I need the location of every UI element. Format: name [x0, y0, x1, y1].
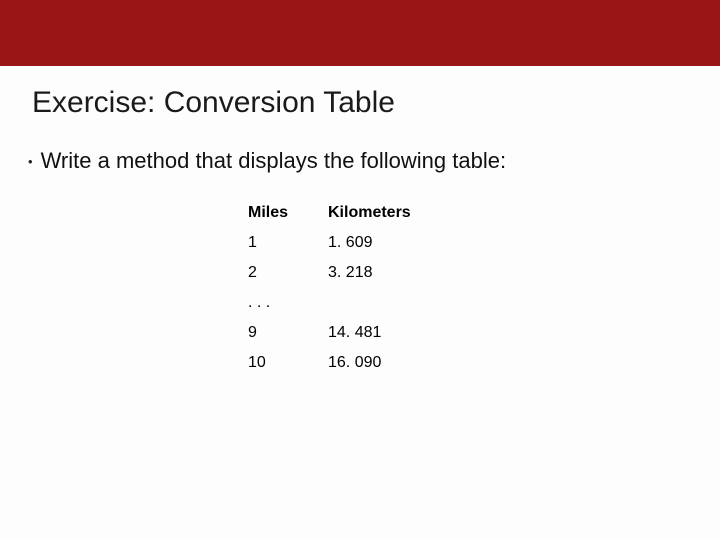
header-bar [0, 0, 720, 66]
bullet-text: Write a method that displays the followi… [41, 148, 507, 174]
cell-km: 3. 218 [328, 264, 468, 282]
table-row: 9 14. 481 [248, 318, 720, 348]
cell-km [328, 294, 468, 312]
table-header-row: Miles Kilometers [248, 198, 720, 228]
conversion-table: Miles Kilometers 1 1. 609 2 3. 218 . . .… [0, 174, 720, 378]
cell-km: 14. 481 [328, 324, 468, 342]
slide-title: Exercise: Conversion Table [0, 66, 720, 120]
cell-km: 1. 609 [328, 234, 468, 252]
table-row: 1 1. 609 [248, 228, 720, 258]
cell-miles: 9 [248, 324, 328, 342]
col-header-km: Kilometers [328, 204, 468, 222]
col-header-miles: Miles [248, 204, 328, 222]
cell-miles: 2 [248, 264, 328, 282]
table-row: 10 16. 090 [248, 348, 720, 378]
cell-miles: 1 [248, 234, 328, 252]
table-row: . . . [248, 288, 720, 318]
cell-km: 16. 090 [328, 354, 468, 372]
table-row: 2 3. 218 [248, 258, 720, 288]
bullet-icon: • [28, 154, 33, 169]
bullet-item: • Write a method that displays the follo… [0, 120, 720, 174]
cell-miles: . . . [248, 294, 328, 312]
cell-miles: 10 [248, 354, 328, 372]
